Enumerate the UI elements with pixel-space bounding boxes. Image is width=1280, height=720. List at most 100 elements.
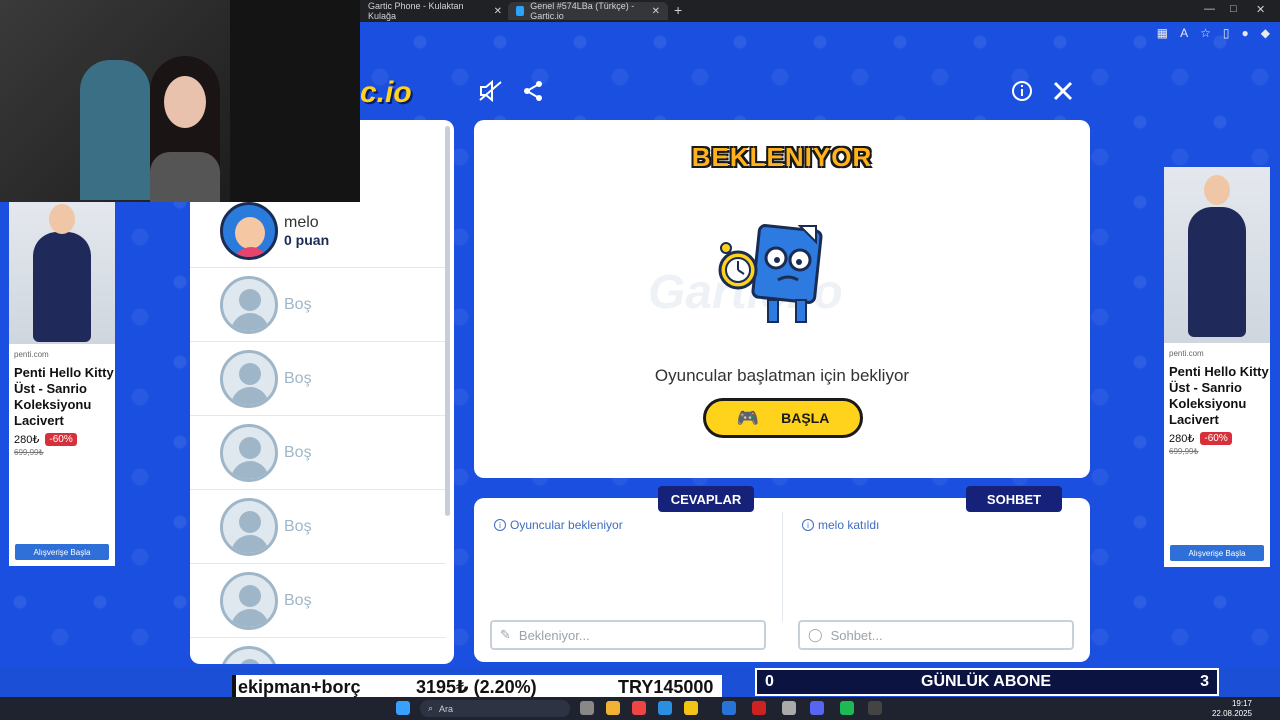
obs-icon[interactable] xyxy=(868,701,882,715)
outlook-icon[interactable] xyxy=(722,701,736,715)
right-ad[interactable]: penti.com Penti Hello Kitty Üst - Sanrio… xyxy=(1164,167,1270,567)
ad-source: penti.com xyxy=(14,350,49,359)
player-row[interactable]: melo 0 puan xyxy=(190,194,446,268)
start-button-label: BAŞLA xyxy=(781,410,830,426)
taskbar-clock[interactable]: 19:17 22.08.2025 xyxy=(1212,699,1252,719)
discord-icon[interactable] xyxy=(810,701,824,715)
empty-slot-label: Boş xyxy=(284,443,312,461)
waiting-message: Oyuncular başlatman için bekliyor xyxy=(654,366,910,385)
info-circle-icon: i xyxy=(494,519,506,531)
empty-avatar-icon xyxy=(220,275,278,334)
tab-title: Gartic Phone - Kulaktan Kulağa xyxy=(368,1,464,21)
answers-label: CEVAPLAR xyxy=(658,486,754,512)
answer-input[interactable]: ✎ Bekleniyor... xyxy=(490,620,766,650)
players-scrollbar[interactable] xyxy=(445,126,450,516)
app-icon[interactable] xyxy=(782,701,796,715)
waiting-mascot-icon xyxy=(718,224,823,323)
windows-taskbar: ⌕ Ara 19:17 22.08.2025 xyxy=(0,697,1280,720)
empty-avatar-icon xyxy=(220,571,278,630)
tab-gartic-io[interactable]: Genel #574LBa (Türkçe) - Gartic.io ✕ xyxy=(508,1,668,21)
extensions-icon[interactable]: ▦ xyxy=(1157,26,1168,40)
spotify-icon[interactable] xyxy=(840,701,854,715)
ad-old-price: 699,99₺ xyxy=(14,448,44,457)
left-ad[interactable]: penti.com Penti Hello Kitty Üst - Sanrio… xyxy=(9,202,115,566)
browser-toolbar: ▦ A ☆ ▯ ● ◆ xyxy=(1157,26,1270,40)
player-row-empty: Boş xyxy=(190,564,446,638)
player-row-empty: Boş xyxy=(190,490,446,564)
search-icon: ⌕ xyxy=(428,703,434,713)
section-divider xyxy=(782,512,783,622)
waiting-card: BEKLENIYOR Gartic.io Oyuncular başlatman… xyxy=(474,120,1090,478)
sidepanel-icon[interactable]: ▯ xyxy=(1223,26,1230,40)
clock-time: 19:17 xyxy=(1231,699,1252,708)
edge-icon[interactable] xyxy=(658,701,672,715)
info-icon[interactable] xyxy=(1009,78,1035,104)
chrome-icon[interactable] xyxy=(684,701,698,715)
share-icon[interactable] xyxy=(520,78,546,104)
answers-message-text: Oyuncular bekleniyor xyxy=(510,518,623,532)
profile-avatar-icon[interactable]: ● xyxy=(1242,26,1249,40)
minimize-icon[interactable]: — xyxy=(1204,3,1215,15)
pencil-icon: ✎ xyxy=(500,627,511,642)
ad-shop-button[interactable]: Alışverişe Başla xyxy=(1170,545,1264,561)
player-row-empty: Boş xyxy=(190,268,446,342)
ad-shop-button[interactable]: Alışverişe Başla xyxy=(15,544,109,560)
goal-amount: 3195₺ (2.20%) xyxy=(416,676,537,697)
ad-product-image xyxy=(1164,167,1270,343)
chat-label: SOHBET xyxy=(966,486,1062,512)
empty-avatar-icon xyxy=(220,349,278,408)
ad-price: 280₺ xyxy=(1169,433,1195,445)
empty-slot-label: Boş xyxy=(284,295,312,313)
donation-goal-ticker: ekipman+borç 3195₺ (2.20%) TRY145000 xyxy=(232,675,722,699)
taskbar-search[interactable]: ⌕ Ara xyxy=(420,700,570,717)
translate-icon[interactable]: A xyxy=(1180,26,1188,40)
subs-count: 3 xyxy=(1200,673,1209,690)
waiting-title: BEKLENIYOR xyxy=(691,142,873,172)
streamer-image xyxy=(150,56,220,202)
webcam-overlay xyxy=(0,0,360,202)
copilot-icon[interactable]: ◆ xyxy=(1261,26,1270,40)
ad-price-row: 280₺ -60% xyxy=(14,433,115,446)
close-room-icon[interactable] xyxy=(1050,78,1076,104)
goal-target: TRY145000 xyxy=(618,676,714,697)
close-tab-icon[interactable]: ✕ xyxy=(652,6,660,17)
gamepad-icon: 🎮 xyxy=(736,407,760,428)
tab-gartic-phone[interactable]: Gartic Phone - Kulaktan Kulağa ✕ xyxy=(360,1,510,21)
answers-info-message: i Oyuncular bekleniyor xyxy=(494,518,623,532)
file-explorer-icon[interactable] xyxy=(606,701,620,715)
close-tab-icon[interactable]: ✕ xyxy=(494,6,502,17)
player-row-empty: Boş xyxy=(190,416,446,490)
subs-label: GÜNLÜK ABONE xyxy=(921,673,1052,690)
ad-discount-badge: -60% xyxy=(45,433,77,446)
chat-info-message: i melo katıldı xyxy=(802,518,879,532)
player-avatar xyxy=(220,201,278,260)
maximize-icon[interactable]: □ xyxy=(1230,3,1237,15)
close-window-icon[interactable]: ✕ xyxy=(1256,3,1265,16)
new-tab-button[interactable]: + xyxy=(674,2,682,18)
app-icon[interactable] xyxy=(752,701,766,715)
empty-slot-label: Boş xyxy=(284,517,312,535)
goal-label: ekipman+borç xyxy=(238,676,361,697)
empty-slot-label: Boş xyxy=(284,369,312,387)
task-view-icon[interactable] xyxy=(580,701,594,715)
chat-input[interactable]: ◯ Sohbet... xyxy=(798,620,1074,650)
ad-price-row: 280₺ -60% xyxy=(1169,432,1270,445)
app-icon[interactable] xyxy=(632,701,646,715)
empty-avatar-icon xyxy=(220,423,278,482)
ad-price: 280₺ xyxy=(14,434,40,446)
mute-sound-icon[interactable] xyxy=(478,78,504,104)
empty-avatar-icon xyxy=(220,497,278,556)
chat-bubble-icon: ◯ xyxy=(808,627,823,642)
taskbar-search-label: Ara xyxy=(439,703,454,714)
start-button[interactable]: 🎮 BAŞLA xyxy=(703,398,863,438)
ad-title: Penti Hello Kitty Üst - Sanrio Koleksiyo… xyxy=(1169,364,1269,427)
chat-placeholder: Sohbet... xyxy=(830,627,883,643)
player-name: melo xyxy=(284,213,319,231)
bookmark-star-icon[interactable]: ☆ xyxy=(1200,26,1211,40)
windows-start-icon[interactable] xyxy=(396,701,410,715)
info-circle-icon: i xyxy=(802,519,814,531)
gaming-chair-image xyxy=(80,60,150,200)
player-row-empty xyxy=(190,638,446,664)
ad-source: penti.com xyxy=(1169,349,1204,358)
empty-avatar-icon xyxy=(220,645,278,664)
